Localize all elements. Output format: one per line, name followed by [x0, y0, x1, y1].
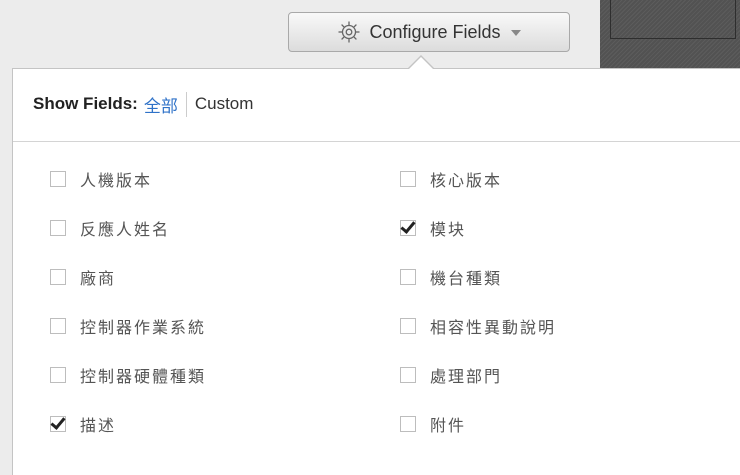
field-option[interactable]: 附件	[400, 412, 466, 436]
field-checkbox[interactable]	[400, 171, 416, 187]
field-option[interactable]: 機台種類	[400, 265, 502, 289]
field-option[interactable]: 核心版本	[400, 167, 502, 191]
panel-frame	[610, 0, 736, 39]
show-fields-row: Show Fields: 全部 Custom	[33, 91, 253, 117]
show-fields-label: Show Fields:	[33, 94, 138, 113]
field-label: 廠商	[80, 269, 117, 288]
field-checkbox[interactable]	[50, 220, 66, 236]
field-checkbox[interactable]	[50, 269, 66, 285]
field-label: 描述	[80, 416, 117, 435]
field-checkbox[interactable]	[400, 318, 416, 334]
field-option[interactable]: 人機版本	[50, 167, 152, 191]
field-option[interactable]: 模块	[400, 216, 466, 240]
show-all-option[interactable]: 全部	[144, 91, 187, 117]
field-checkbox[interactable]	[50, 367, 66, 383]
show-custom-option[interactable]: Custom	[187, 94, 254, 114]
configure-fields-popover: Show Fields: 全部 Custom 人機版本 反應人姓名 廠商 控制器…	[12, 68, 740, 475]
configure-fields-button[interactable]: Configure Fields	[288, 12, 570, 52]
divider	[13, 141, 740, 142]
chevron-down-icon	[510, 30, 521, 36]
field-label: 相容性異動說明	[430, 318, 557, 337]
field-checkbox[interactable]	[400, 416, 416, 432]
field-checkbox[interactable]	[400, 269, 416, 285]
field-option[interactable]: 相容性異動說明	[400, 314, 556, 338]
field-option[interactable]: 控制器硬體種類	[50, 363, 206, 387]
field-checkbox[interactable]	[400, 220, 416, 236]
field-checkbox[interactable]	[50, 318, 66, 334]
field-option[interactable]: 廠商	[50, 265, 116, 289]
gear-icon	[337, 20, 361, 44]
field-option[interactable]: 控制器作業系統	[50, 314, 206, 338]
field-option[interactable]: 處理部門	[400, 363, 502, 387]
field-label: 機台種類	[430, 269, 503, 288]
field-option[interactable]: 反應人姓名	[50, 216, 170, 240]
background-panel	[600, 0, 740, 68]
field-label: 控制器硬體種類	[80, 367, 207, 386]
field-label: 反應人姓名	[80, 220, 171, 239]
configure-fields-label: Configure Fields	[369, 21, 501, 42]
popover-arrow	[408, 57, 434, 70]
field-checkbox[interactable]	[50, 171, 66, 187]
field-label: 控制器作業系統	[80, 318, 207, 337]
field-label: 模块	[430, 220, 467, 239]
field-label: 處理部門	[430, 367, 503, 386]
field-label: 人機版本	[80, 171, 153, 190]
field-option[interactable]: 描述	[50, 412, 116, 436]
field-checkbox[interactable]	[50, 416, 66, 432]
field-label: 核心版本	[430, 171, 503, 190]
field-label: 附件	[430, 416, 467, 435]
field-checkbox[interactable]	[400, 367, 416, 383]
